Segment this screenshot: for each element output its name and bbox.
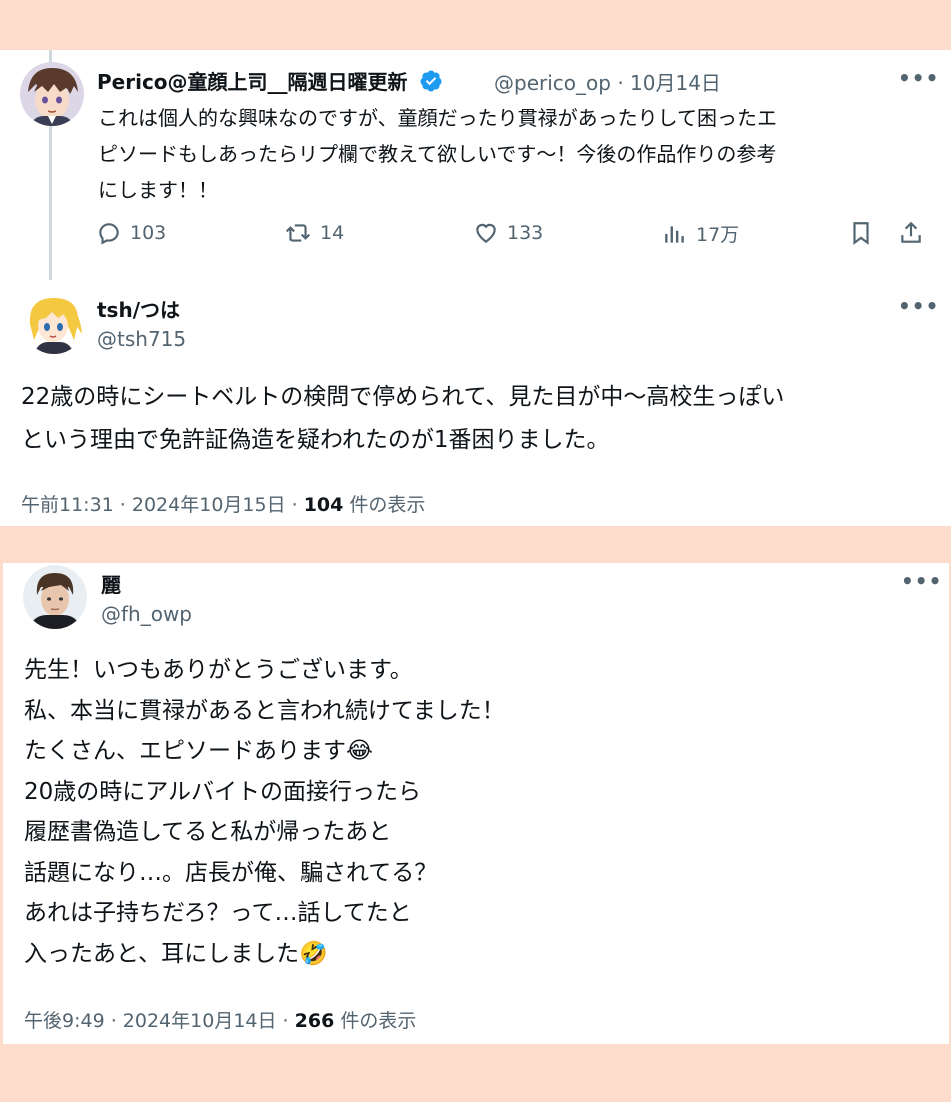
bookmark-icon [853,222,869,245]
views-count: 104 [303,494,344,516]
author-name[interactable]: tsh/つは [97,294,180,323]
thread-card: Perico@童顔上司__隔週日曜更新 @perico_op · 10月14日 … [0,50,951,526]
view-count: 17万 [696,224,740,246]
like-button[interactable]: 133 [473,220,543,246]
tweet-text-line: 履歴書偽造してると私が帰ったあと [24,819,392,845]
tweet-text: 先生！いつもありがとうございます。 私、本当に貫禄があると言われ続けてました！ … [24,650,505,974]
tweet-text-line: 話題になり…。店長が俺、騙されてる？ [24,859,438,886]
author-handle-date: @perico_op · 10月14日 [494,67,721,96]
retweet-icon [285,224,311,242]
more-options-icon[interactable]: ••• [898,66,939,90]
views-count: 266 [294,1010,335,1032]
heart-icon [476,223,496,243]
tweet-text-line: という理由で免許証偽造を疑われたのが1番困りました。 [21,427,610,453]
retweet-count: 14 [320,222,345,244]
views-label: 件の表示 [343,494,426,516]
tweet-text: 22歳の時にシートベルトの検問で停められて、見た目が中〜高校生っぽい という理由… [21,376,784,462]
tweet-datetime[interactable]: 午後9:49 · 2024年10月14日 · [24,1010,295,1032]
separator-dot: · [617,71,624,95]
reply-icon [99,223,119,245]
tweet-text-line: 20歳の時にアルバイトの面接行ったら [24,778,422,805]
tweet-datetime[interactable]: 午前11:31 · 2024年10月15日 · [21,494,304,516]
author-handle[interactable]: @tsh715 [97,327,186,351]
author-name[interactable]: Perico@童顔上司__隔週日曜更新 [97,66,443,95]
tweet-text-line: ピソードもしあったらリプ欄で教えて欲しいです〜！今後の作品作りの参考 [98,142,777,166]
views-button[interactable]: 17万 [662,220,739,247]
tweet-text-line: 先生！いつもありがとうございます。 [24,657,413,683]
tweet-text-line: 私、本当に貫禄があると言われ続けてました！ [24,697,505,724]
tweet-text-line: にします！！ [98,178,218,202]
tweet-meta: 午後9:49 · 2024年10月14日 · 266 件の表示 [24,1006,416,1033]
bookmark-button[interactable] [848,220,882,246]
tweet-card: 麗 @fh_owp ••• 先生！いつもありがとうございます。 私、本当に貫禄が… [3,563,949,1044]
retweet-button[interactable]: 14 [284,220,344,246]
views-label: 件の表示 [334,1010,417,1032]
share-button[interactable] [898,220,932,246]
analytics-icon [665,225,684,243]
tweet-text-line: 入ったあと、耳にしました🤣 [24,940,328,967]
avatar-tsh[interactable] [22,290,86,354]
like-count: 133 [507,222,544,244]
more-options-icon[interactable]: ••• [898,294,939,318]
share-icon [901,221,921,243]
author-handle[interactable]: @fh_owp [101,602,192,626]
author-name[interactable]: 麗 [101,569,121,598]
avatar-rei[interactable] [23,565,87,629]
tweet-text: これは個人的な興味なのですが、童顔だったり貫禄があったりして困ったエ ピソードも… [98,100,777,208]
author-handle[interactable]: @perico_op [494,71,611,95]
tweet-text-line: これは個人的な興味なのですが、童顔だったり貫禄があったりして困ったエ [98,106,777,130]
tweet-text-line: あれは子持ちだろ？って…話してたと [24,900,412,926]
tweet-text-line: 22歳の時にシートベルトの検問で停められて、見た目が中〜高校生っぽい [21,384,785,410]
tweet-date[interactable]: 10月14日 [630,71,721,95]
more-options-icon[interactable]: ••• [901,569,942,593]
reply-button[interactable]: 103 [96,220,166,246]
reply-count: 103 [130,222,167,244]
verified-badge-icon [420,70,442,92]
tweet-meta: 午前11:31 · 2024年10月15日 · 104 件の表示 [21,490,425,517]
avatar-perico[interactable] [20,62,84,126]
tweet-text-line: たくさん、エピソードあります😂 [24,738,373,764]
